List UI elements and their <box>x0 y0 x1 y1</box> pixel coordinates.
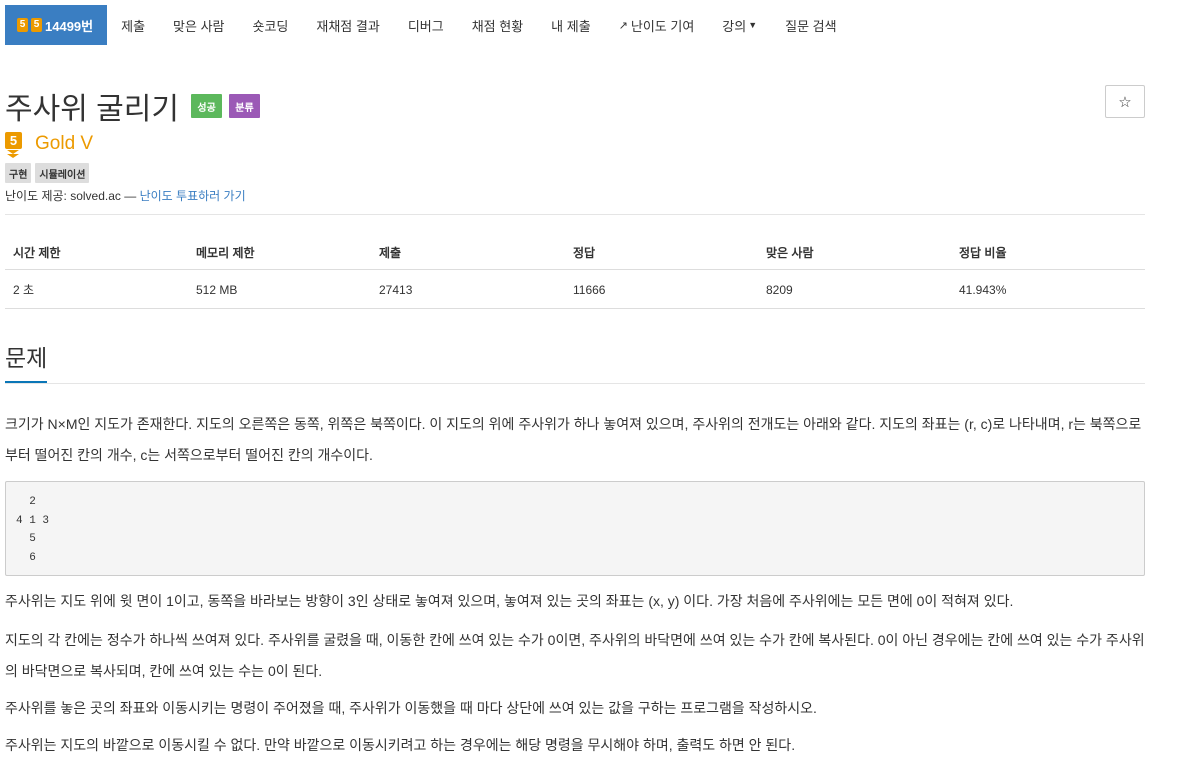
caret-down-icon: ▼ <box>748 20 758 30</box>
value-accepted-users: 8209 <box>758 269 951 309</box>
success-label[interactable]: 성공 <box>191 94 222 118</box>
algorithm-tags: 구현 시뮬레이션 <box>5 163 1195 183</box>
header-submissions: 제출 <box>371 235 565 270</box>
nav-question-search[interactable]: 질문 검색 <box>771 5 850 45</box>
tag-implementation[interactable]: 구현 <box>5 163 32 183</box>
problem-paragraph-3: 지도의 각 칸에는 정수가 하나씩 쓰여져 있다. 주사위를 굴렸을 때, 이동… <box>5 632 1145 679</box>
gold-tier-icon: 5 <box>5 132 22 158</box>
tier-badge-icon: 5 <box>31 18 42 32</box>
section-title-problem: 문제 <box>5 339 48 383</box>
dice-net-code-block: 2 4 1 3 5 6 <box>5 481 1145 576</box>
problem-paragraph-1: 크기가 N×M인 지도가 존재한다. 지도의 오른쪽은 동쪽, 위쪽은 북쪽이다… <box>5 416 1142 463</box>
problem-paragraph-2: 주사위는 지도 위에 윗 면이 1이고, 동쪽을 바라보는 방향이 3인 상태로… <box>5 593 1014 609</box>
stats-value-row: 2 초 512 MB 27413 11666 8209 41.943% <box>5 269 1145 309</box>
category-label[interactable]: 분류 <box>229 94 260 118</box>
nav-accepted-users[interactable]: 맞은 사람 <box>159 5 238 45</box>
value-submissions: 27413 <box>371 269 565 309</box>
problem-stats-table: 시간 제한 메모리 제한 제출 정답 맞은 사람 정답 비율 2 초 512 M… <box>5 235 1145 309</box>
problem-number-label: 14499번 <box>45 18 94 34</box>
tier-row: 5 Gold V <box>5 132 1195 158</box>
header-time-limit: 시간 제한 <box>5 235 188 270</box>
stats-header-row: 시간 제한 메모리 제한 제출 정답 맞은 사람 정답 비율 <box>5 235 1145 270</box>
nav-rejudge-results[interactable]: 재채점 결과 <box>302 5 393 45</box>
tier-name: Gold V <box>35 133 94 154</box>
nav-my-submissions[interactable]: 내 제출 <box>537 5 605 45</box>
nav-debug[interactable]: 디버그 <box>394 5 458 45</box>
nav-lectures-label: 강의 <box>722 18 747 34</box>
problem-title: 주사위 굴리기 <box>5 93 179 126</box>
section-divider <box>5 383 1145 384</box>
value-time-limit: 2 초 <box>5 269 188 309</box>
provider-text: 난이도 제공: solved.ac — <box>5 189 140 203</box>
value-memory-limit: 512 MB <box>188 269 371 309</box>
problem-header: 주사위 굴리기 성공 분류 ☆ <box>5 84 1145 126</box>
tag-simulation[interactable]: 시뮬레이션 <box>35 163 90 183</box>
difficulty-provider: 난이도 제공: solved.ac — 난이도 투표하러 가기 <box>5 187 1195 204</box>
tier-badge-icon: 5 <box>17 18 28 32</box>
nav-difficulty-label: 난이도 기여 <box>630 18 695 34</box>
problem-paragraph-5: 주사위는 지도의 바깥으로 이동시킬 수 없다. 만약 바깥으로 이동시키려고 … <box>5 737 796 753</box>
external-link-icon: ↗ <box>618 19 628 32</box>
value-accept-ratio: 41.943% <box>951 269 1145 309</box>
value-accepted: 11666 <box>565 269 758 309</box>
nav-submit[interactable]: 제출 <box>107 5 159 45</box>
nav-lectures-dropdown[interactable]: 강의 ▼ <box>708 5 771 45</box>
favorite-star-button[interactable]: ☆ <box>1105 85 1145 118</box>
problem-number-tab[interactable]: 5 5 14499번 <box>5 5 108 45</box>
problem-paragraph-4: 주사위를 놓은 곳의 좌표와 이동시키는 명령이 주어졌을 때, 주사위가 이동… <box>5 700 817 716</box>
nav-difficulty-contribution[interactable]: ↗ 난이도 기여 <box>605 5 709 45</box>
divider <box>5 214 1145 215</box>
header-accept-ratio: 정답 비율 <box>951 235 1145 270</box>
header-memory-limit: 메모리 제한 <box>188 235 371 270</box>
nav-short-coding[interactable]: 숏코딩 <box>239 5 303 45</box>
header-accepted: 정답 <box>565 235 758 270</box>
difficulty-vote-link[interactable]: 난이도 투표하러 가기 <box>140 189 246 203</box>
top-nav: 5 5 14499번 제출 맞은 사람 숏코딩 재채점 결과 디버그 채점 현황… <box>0 0 1195 46</box>
nav-status[interactable]: 채점 현황 <box>458 5 537 45</box>
star-icon: ☆ <box>1118 93 1132 111</box>
header-accepted-users: 맞은 사람 <box>758 235 951 270</box>
